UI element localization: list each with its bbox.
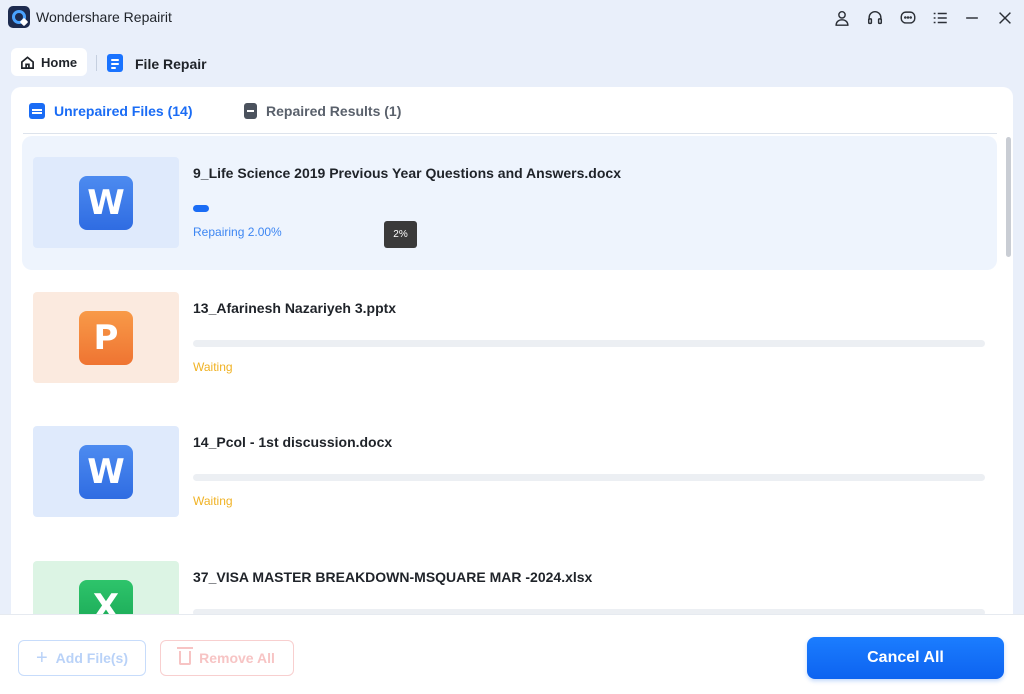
remove-all-button[interactable]: Remove All: [160, 640, 294, 676]
file-thumbnail: P: [33, 292, 179, 383]
file-name: 9_Life Science 2019 Previous Year Questi…: [193, 165, 621, 181]
cancel-all-button[interactable]: Cancel All: [807, 637, 1004, 679]
powerpoint-file-icon: P: [79, 310, 133, 365]
close-icon[interactable]: [995, 8, 1015, 28]
home-button[interactable]: Home: [11, 48, 87, 76]
file-repair-icon: [107, 54, 123, 72]
progress-fill: [193, 205, 209, 212]
tab-repaired-results[interactable]: Repaired Results (1): [244, 103, 401, 119]
trash-icon: [177, 647, 194, 665]
progress-tooltip: 2%: [384, 221, 417, 248]
file-row[interactable]: W 9_Life Science 2019 Previous Year Ques…: [22, 136, 997, 270]
scrollbar-thumb[interactable]: [1006, 137, 1011, 257]
add-files-button[interactable]: + Add File(s): [18, 640, 146, 676]
app-title: Wondershare Repairit: [36, 9, 172, 25]
unrepaired-files-icon: [29, 103, 45, 119]
progress-bar: [193, 474, 985, 481]
file-status: Waiting: [193, 494, 233, 508]
word-file-icon: W: [79, 444, 133, 499]
home-label: Home: [41, 54, 78, 70]
file-name: 14_Pcol - 1st discussion.docx: [193, 434, 393, 450]
file-row[interactable]: W 14_Pcol - 1st discussion.docx Waiting: [22, 405, 997, 539]
chat-icon[interactable]: [898, 8, 918, 28]
main-panel: Unrepaired Files (14) Repaired Results (…: [11, 87, 1013, 627]
tab-divider: [23, 133, 997, 134]
breadcrumb-divider: [96, 55, 97, 71]
home-icon: [21, 55, 34, 69]
plus-icon: +: [35, 646, 48, 669]
tab-unrepaired-files[interactable]: Unrepaired Files (14): [29, 103, 193, 119]
file-row[interactable]: P 13_Afarinesh Nazariyeh 3.pptx Waiting: [22, 271, 997, 405]
title-bar: Wondershare Repairit: [0, 0, 1024, 36]
file-name: 37_VISA MASTER BREAKDOWN-MSQUARE MAR -20…: [193, 569, 593, 585]
file-name: 13_Afarinesh Nazariyeh 3.pptx: [193, 300, 397, 316]
file-thumbnail: W: [33, 157, 179, 248]
app-logo-icon: [8, 6, 30, 28]
file-status: Waiting: [193, 360, 233, 374]
footer-bar: + Add File(s) Remove All Cancel All: [0, 614, 1024, 694]
menu-icon[interactable]: [930, 8, 950, 28]
page-title: File Repair: [135, 56, 207, 72]
progress-bar: [193, 205, 985, 212]
remove-all-label: Remove All: [199, 650, 275, 666]
user-icon[interactable]: [832, 8, 852, 28]
headset-icon[interactable]: [865, 8, 885, 28]
repaired-results-icon: [244, 103, 257, 119]
add-files-label: Add File(s): [55, 650, 129, 666]
tab-label: Unrepaired Files (14): [54, 103, 193, 119]
minimize-icon[interactable]: [962, 8, 982, 28]
progress-bar: [193, 340, 985, 347]
file-thumbnail: W: [33, 426, 179, 517]
word-file-icon: W: [79, 175, 133, 230]
file-status: Repairing 2.00%: [193, 225, 282, 239]
tab-label: Repaired Results (1): [266, 103, 402, 119]
